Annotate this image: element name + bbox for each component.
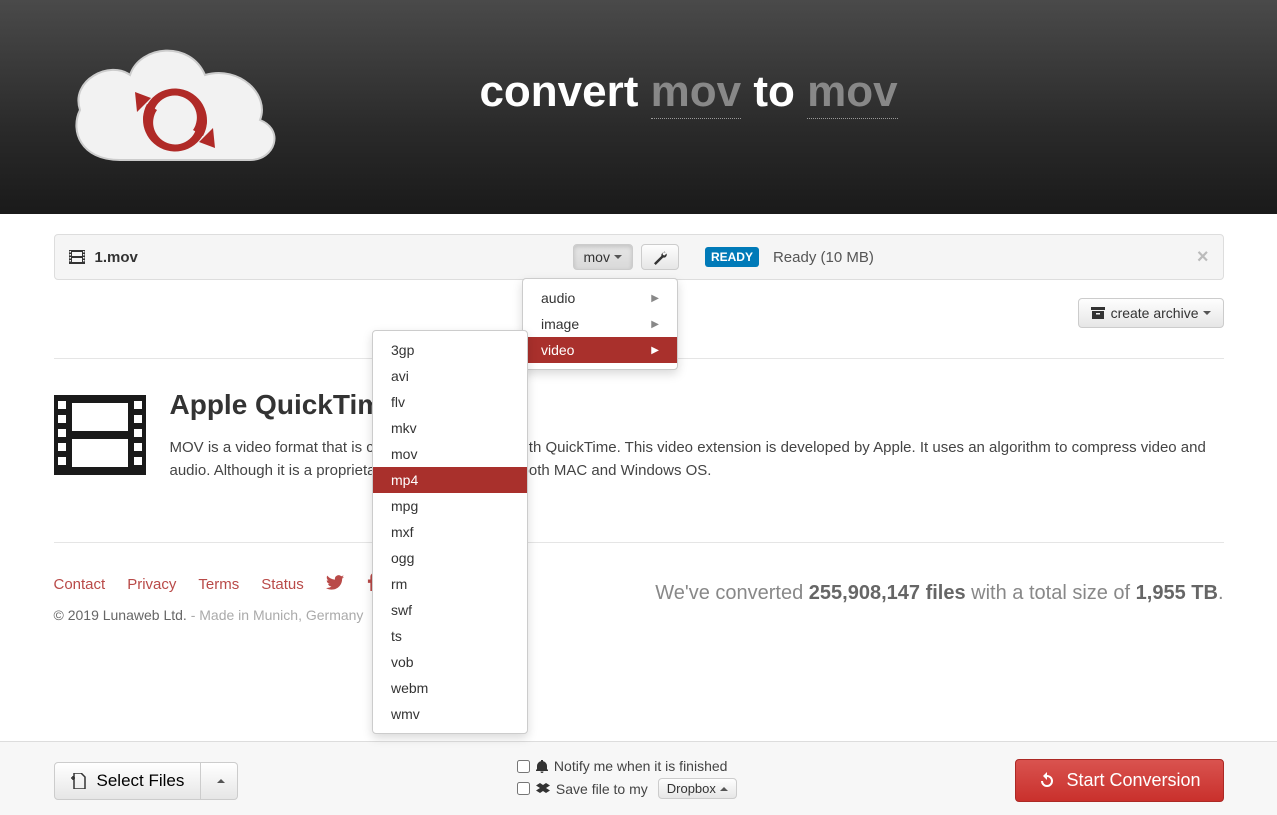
- bell-icon: [536, 760, 548, 773]
- footer-link-privacy[interactable]: Privacy: [127, 576, 176, 593]
- create-archive-label: create archive: [1111, 305, 1199, 321]
- format-dropdown: 3gp avi flv mkv mov mp4 mpg mxf ogg rm swf ts vob web…: [372, 330, 528, 734]
- remove-file-button[interactable]: ×: [1197, 246, 1209, 269]
- wrench-icon: [652, 249, 668, 265]
- chevron-right-icon: ▶: [651, 345, 659, 356]
- format-item-webm[interactable]: webm: [373, 675, 527, 701]
- twitter-link[interactable]: [326, 575, 344, 594]
- menu-label: 3gp: [391, 342, 414, 358]
- format-item-ts[interactable]: ts: [373, 623, 527, 649]
- file-name: 1.mov: [95, 249, 138, 266]
- format-to[interactable]: mov: [807, 67, 897, 119]
- save-option[interactable]: Save file to my Dropbox: [517, 778, 737, 799]
- footer-link-terms[interactable]: Terms: [198, 576, 239, 593]
- status-badge: READY: [705, 247, 759, 267]
- title-middle: to: [741, 67, 807, 116]
- file-row: 1.mov mov READY Ready (10 MB) ×: [54, 234, 1224, 280]
- save-checkbox[interactable]: [517, 782, 530, 795]
- format-item-mp4[interactable]: mp4: [373, 467, 527, 493]
- start-label: Start Conversion: [1066, 770, 1200, 791]
- menu-label: video: [541, 342, 574, 358]
- format-item-mov[interactable]: mov: [373, 441, 527, 467]
- format-item-3gp[interactable]: 3gp: [373, 337, 527, 363]
- notify-checkbox[interactable]: [517, 760, 530, 773]
- category-item-audio[interactable]: audio ▶: [523, 285, 677, 311]
- copyright: © 2019 Lunaweb Ltd. - Made in Munich, Ge…: [54, 607, 378, 623]
- cloud-convert-logo-icon: [60, 20, 290, 190]
- caret-up-icon: [720, 787, 728, 791]
- footer-link-status[interactable]: Status: [261, 576, 304, 593]
- refresh-icon: [1038, 772, 1056, 790]
- menu-label: mkv: [391, 420, 417, 436]
- header-banner: convert mov to mov: [0, 0, 1277, 214]
- create-archive-button[interactable]: create archive: [1078, 298, 1224, 328]
- dropbox-icon: [536, 783, 550, 795]
- options-group: Notify me when it is finished Save file …: [517, 758, 737, 803]
- menu-label: audio: [541, 290, 575, 306]
- menu-label: wmv: [391, 706, 420, 722]
- format-item-rm[interactable]: rm: [373, 571, 527, 597]
- bottom-action-bar: Select Files Notify me when it is finish…: [0, 741, 1277, 815]
- menu-label: mov: [391, 446, 417, 462]
- file-add-icon: [71, 773, 89, 789]
- menu-label: image: [541, 316, 579, 332]
- format-heading: Apple QuickTime: [170, 389, 1224, 421]
- chevron-right-icon: ▶: [651, 293, 659, 304]
- target-format-label: mov: [584, 249, 610, 265]
- format-description: Apple QuickTime MOV is a video format th…: [54, 379, 1224, 512]
- settings-button[interactable]: [641, 244, 679, 270]
- format-item-flv[interactable]: flv: [373, 389, 527, 415]
- save-label: Save file to my: [556, 781, 648, 797]
- start-conversion-button[interactable]: Start Conversion: [1015, 759, 1223, 802]
- menu-label: mp4: [391, 472, 418, 488]
- stats-text: We've converted 255,908,147 files with a…: [655, 582, 1223, 605]
- format-from[interactable]: mov: [651, 67, 741, 119]
- menu-label: vob: [391, 654, 414, 670]
- menu-label: rm: [391, 576, 407, 592]
- logo: [60, 20, 290, 195]
- select-files-button[interactable]: Select Files: [54, 762, 202, 800]
- film-icon: [54, 395, 146, 475]
- menu-label: swf: [391, 602, 412, 618]
- title-prefix: convert: [479, 67, 650, 116]
- menu-label: flv: [391, 394, 405, 410]
- video-file-icon: [69, 250, 85, 264]
- format-item-vob[interactable]: vob: [373, 649, 527, 675]
- caret-up-icon: [217, 779, 225, 783]
- divider: [54, 542, 1224, 543]
- target-format-dropdown[interactable]: mov: [573, 244, 633, 270]
- format-item-avi[interactable]: avi: [373, 363, 527, 389]
- caret-down-icon: [1203, 311, 1211, 315]
- menu-label: mpg: [391, 498, 418, 514]
- menu-label: ogg: [391, 550, 414, 566]
- format-body: MOV is a video format that is commonly a…: [170, 437, 1224, 482]
- dropbox-label: Dropbox: [667, 781, 716, 796]
- format-item-mkv[interactable]: mkv: [373, 415, 527, 441]
- format-item-ogg[interactable]: ogg: [373, 545, 527, 571]
- chevron-right-icon: ▶: [651, 319, 659, 330]
- caret-down-icon: [614, 255, 622, 259]
- storage-provider-dropdown[interactable]: Dropbox: [658, 778, 737, 799]
- notify-option[interactable]: Notify me when it is finished: [517, 758, 737, 774]
- twitter-icon: [326, 575, 344, 590]
- menu-label: avi: [391, 368, 409, 384]
- format-item-swf[interactable]: swf: [373, 597, 527, 623]
- format-item-mxf[interactable]: mxf: [373, 519, 527, 545]
- footer-links: Contact Privacy Terms Status: [54, 563, 378, 607]
- menu-label: webm: [391, 680, 428, 696]
- archive-icon: [1091, 307, 1105, 319]
- select-files-label: Select Files: [97, 771, 185, 791]
- status-text: Ready (10 MB): [773, 249, 874, 266]
- menu-label: ts: [391, 628, 402, 644]
- category-item-video[interactable]: video ▶: [523, 337, 677, 363]
- select-files-caret[interactable]: [201, 762, 238, 800]
- format-item-mpg[interactable]: mpg: [373, 493, 527, 519]
- menu-label: mxf: [391, 524, 414, 540]
- category-item-image[interactable]: image ▶: [523, 311, 677, 337]
- footer-link-contact[interactable]: Contact: [54, 576, 106, 593]
- format-item-wmv[interactable]: wmv: [373, 701, 527, 727]
- category-dropdown: audio ▶ image ▶ video ▶: [522, 278, 678, 370]
- notify-label: Notify me when it is finished: [554, 758, 728, 774]
